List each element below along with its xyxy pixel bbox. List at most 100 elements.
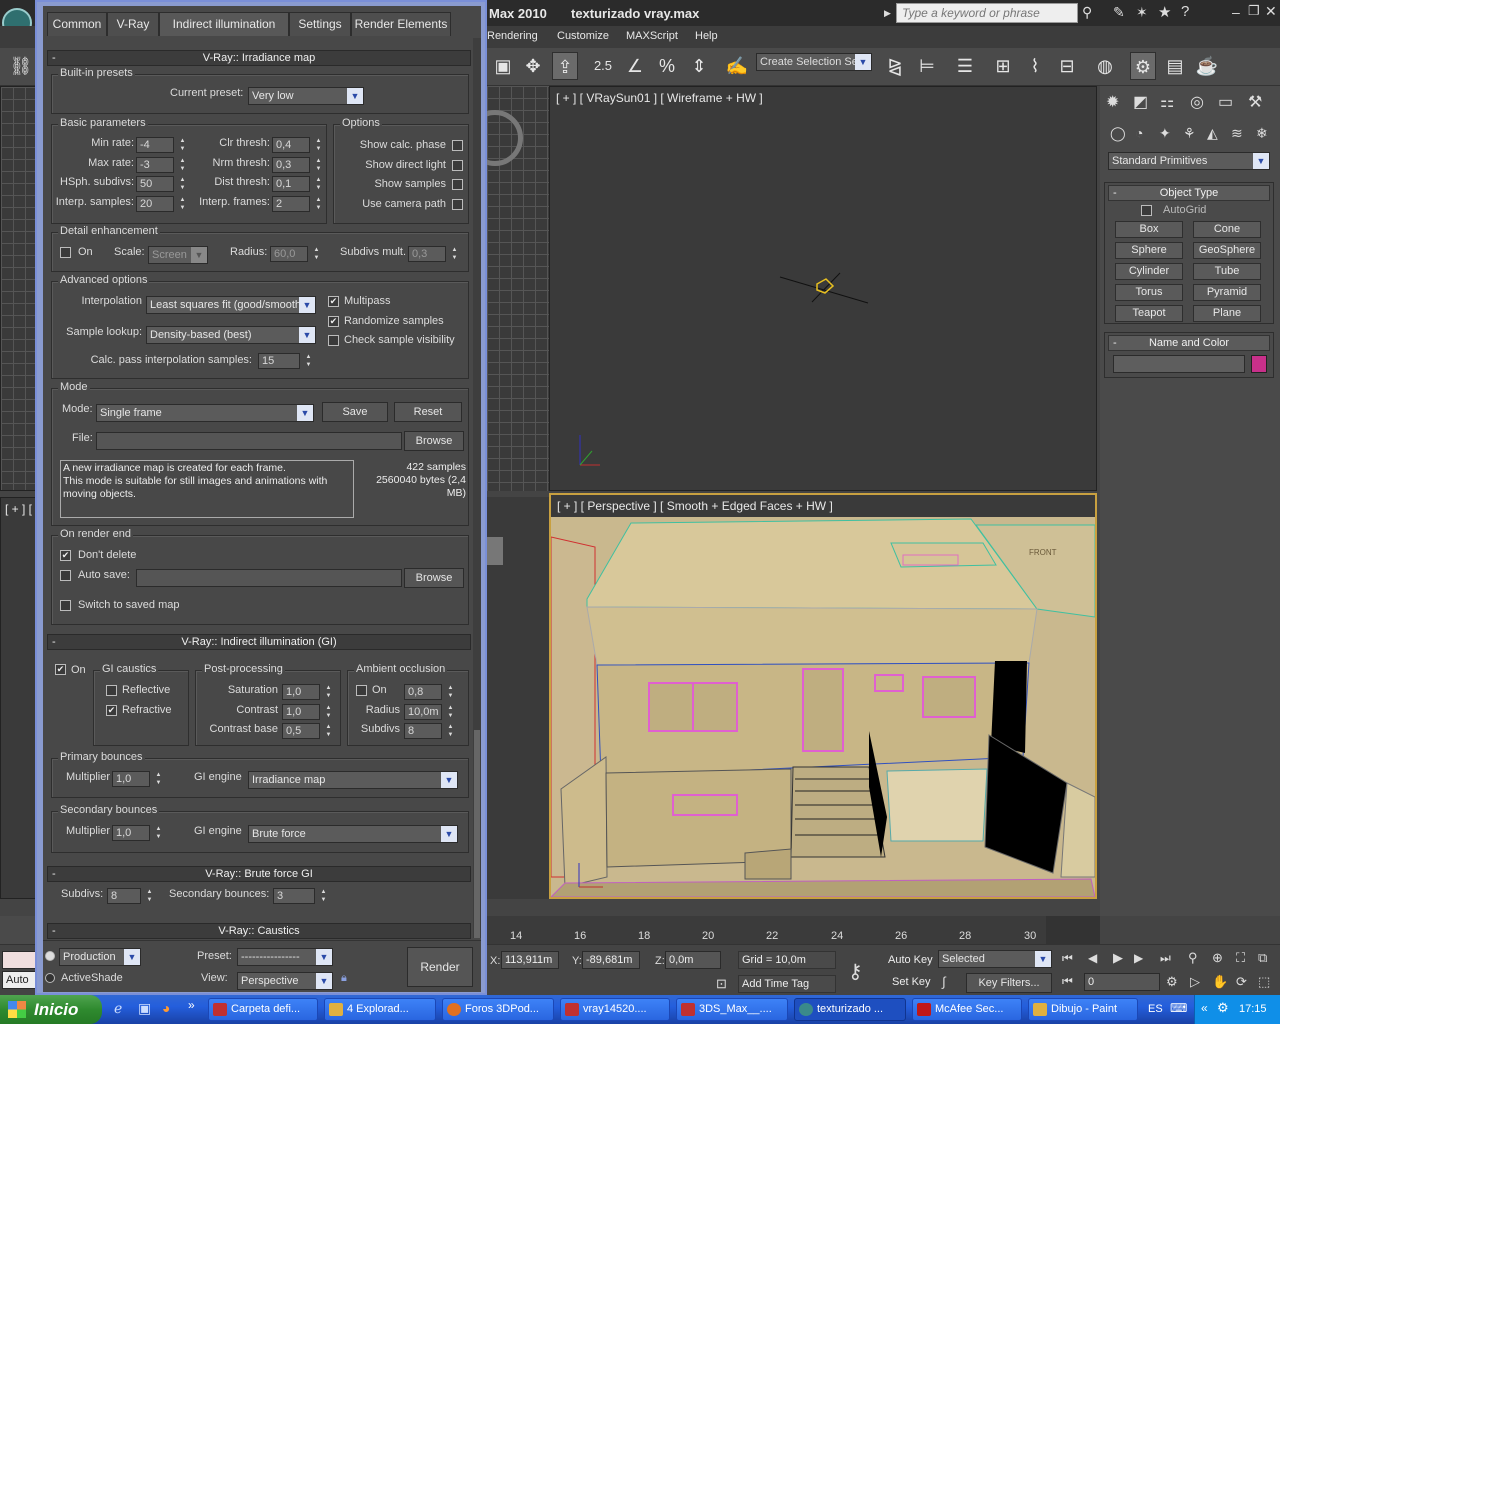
- tube-button[interactable]: Tube: [1193, 263, 1261, 280]
- activeshade-radio[interactable]: [45, 973, 55, 983]
- task-item[interactable]: Foros 3DPod...: [442, 998, 554, 1021]
- spinner-arrows-icon[interactable]: ▲ ▼: [314, 196, 323, 212]
- ao-radius-spinner[interactable]: 10,0m: [404, 704, 442, 720]
- contrast-spinner[interactable]: 1,0: [282, 704, 320, 720]
- dialog-scrollbar[interactable]: [473, 38, 481, 938]
- language-indicator[interactable]: ES: [1148, 1003, 1163, 1015]
- randomize-samples-checkbox[interactable]: ✔: [328, 316, 339, 327]
- preset-dropdown[interactable]: ---------------- ▼: [237, 948, 333, 966]
- show-direct-light-checkbox[interactable]: [452, 160, 463, 171]
- ie-quicklaunch-icon[interactable]: ℯ: [114, 1000, 122, 1017]
- browse-button[interactable]: Browse: [404, 431, 464, 451]
- hierarchy-tab-icon[interactable]: ⚏: [1160, 92, 1174, 112]
- viewport-top-left[interactable]: [0, 86, 40, 491]
- sphere-button[interactable]: Sphere: [1115, 242, 1183, 259]
- secondary-engine-dropdown[interactable]: Brute force ▼: [248, 825, 458, 843]
- layer-manager-icon[interactable]: ☰: [952, 52, 978, 80]
- percent-snap-icon[interactable]: %: [654, 52, 680, 80]
- tray-expand-icon[interactable]: «: [1201, 1001, 1208, 1015]
- spinner-arrows-icon[interactable]: ▲ ▼: [314, 176, 323, 192]
- spinner-arrows-icon[interactable]: ▲ ▼: [178, 176, 187, 192]
- named-selection-dropdown[interactable]: Create Selection Se ▼: [756, 53, 872, 71]
- edit-named-sel-icon[interactable]: ✍: [724, 52, 750, 80]
- bf-subdivs-spinner[interactable]: 8: [107, 888, 141, 904]
- multipass-checkbox[interactable]: ✔: [328, 296, 339, 307]
- min-rate-spinner[interactable]: -4: [136, 137, 174, 153]
- maximize-viewport-icon[interactable]: ⬚: [1258, 974, 1270, 990]
- spinner-arrows-icon[interactable]: ▲ ▼: [319, 888, 328, 904]
- show-samples-checkbox[interactable]: [452, 179, 463, 190]
- spinner-arrows-icon[interactable]: ▲ ▼: [450, 246, 459, 262]
- radius-spinner[interactable]: 60,0: [270, 246, 308, 262]
- task-item[interactable]: Carpeta defi...: [208, 998, 318, 1021]
- interpolation-dropdown[interactable]: Least squares fit (good/smooth ▼: [146, 296, 316, 314]
- spinner-snap-icon[interactable]: ⇕: [686, 52, 712, 80]
- viewport-vraysun[interactable]: [ + ] [ VRaySun01 ] [ Wireframe + HW ]: [549, 86, 1097, 491]
- view-dropdown[interactable]: Perspective ▼: [237, 972, 333, 990]
- display-tab-icon[interactable]: ▭: [1218, 92, 1233, 112]
- menu-maxscript[interactable]: MAXScript: [626, 30, 678, 42]
- geometry-icon[interactable]: ◯: [1110, 125, 1126, 142]
- satellite-icon[interactable]: ✶: [1136, 4, 1148, 21]
- max-rate-spinner[interactable]: -3: [136, 157, 174, 173]
- key-selection-dropdown[interactable]: Selected ▼: [938, 950, 1052, 968]
- minimize-icon[interactable]: –: [1232, 4, 1240, 20]
- file-input[interactable]: [96, 432, 402, 450]
- zoom-icon[interactable]: ⚲: [1188, 950, 1198, 966]
- current-preset-dropdown[interactable]: Very low ▼: [248, 87, 364, 105]
- motion-tab-icon[interactable]: ◎: [1190, 92, 1204, 112]
- ao-subdivs-spinner[interactable]: 8: [404, 723, 442, 739]
- binoculars-icon[interactable]: ⚲: [1082, 4, 1092, 21]
- modify-tab-icon[interactable]: ◩: [1133, 92, 1148, 112]
- spinner-arrows-icon[interactable]: ▲ ▼: [145, 888, 154, 904]
- play-icon[interactable]: ▶: [1113, 950, 1123, 966]
- torus-button[interactable]: Torus: [1115, 284, 1183, 301]
- primitive-category-dropdown[interactable]: Standard Primitives ▼: [1108, 152, 1270, 170]
- help-icon[interactable]: ?: [1181, 3, 1189, 20]
- box-button[interactable]: Box: [1115, 221, 1183, 238]
- previous-frame-icon[interactable]: ◀︎: [1088, 951, 1097, 965]
- tab-vray[interactable]: V-Ray: [107, 12, 159, 36]
- move-icon[interactable]: ✥: [520, 52, 546, 80]
- scale-dropdown[interactable]: Screen ▼: [148, 246, 208, 264]
- ao-on-checkbox[interactable]: [356, 685, 367, 696]
- sample-lookup-dropdown[interactable]: Density-based (best) ▼: [146, 326, 316, 344]
- calc-pass-spinner[interactable]: 15: [258, 353, 300, 369]
- refractive-checkbox[interactable]: ✔: [106, 705, 117, 716]
- shapes-icon[interactable]: ◔: [1135, 125, 1143, 141]
- pan-icon[interactable]: ✋: [1212, 974, 1228, 990]
- add-time-tag[interactable]: Add Time Tag: [738, 975, 836, 993]
- object-name-input[interactable]: [1113, 355, 1245, 373]
- spinner-arrows-icon[interactable]: ▲ ▼: [446, 684, 455, 700]
- zoom-all-icon[interactable]: ⊕: [1212, 950, 1223, 966]
- time-config-icon[interactable]: ⚙: [1166, 974, 1178, 990]
- irradiance-map-header[interactable]: - V-Ray:: Irradiance map: [47, 50, 471, 66]
- current-frame-input[interactable]: 0: [1084, 973, 1160, 991]
- reflective-checkbox[interactable]: [106, 685, 117, 696]
- spinner-arrows-icon[interactable]: ▲ ▼: [312, 246, 321, 262]
- spinner-arrows-icon[interactable]: ▲ ▼: [154, 771, 163, 787]
- autogrid-checkbox[interactable]: [1141, 205, 1152, 216]
- fov-icon[interactable]: ▷: [1190, 974, 1200, 990]
- material-editor-icon[interactable]: ◍: [1092, 52, 1118, 80]
- auto-save-path-input[interactable]: [136, 569, 402, 587]
- zoom-extents-all-icon[interactable]: ⧉: [1258, 950, 1267, 966]
- left-status-field[interactable]: Auto: [2, 971, 36, 989]
- keyboard-icon[interactable]: ⌨: [1170, 1001, 1187, 1015]
- schematic-icon[interactable]: ⊟: [1054, 52, 1080, 80]
- lights-icon[interactable]: ✦: [1159, 125, 1171, 142]
- bf-secondary-bounces-spinner[interactable]: 3: [273, 888, 315, 904]
- link-icon[interactable]: ⛓: [8, 52, 34, 80]
- viewport-bottom-middle[interactable]: [487, 497, 549, 899]
- clock[interactable]: 17:15: [1239, 1003, 1267, 1015]
- spacewarps-icon[interactable]: ≋: [1231, 125, 1243, 142]
- search-input[interactable]: Type a keyword or phrase: [896, 3, 1078, 23]
- time-tag-icon[interactable]: ⊡: [716, 976, 727, 992]
- object-type-header[interactable]: - Object Type: [1108, 185, 1270, 201]
- detail-on-checkbox[interactable]: [60, 247, 71, 258]
- gi-on-checkbox[interactable]: ✔: [55, 664, 66, 675]
- firefox-quicklaunch-icon[interactable]: ◕: [162, 1000, 170, 1016]
- cylinder-button[interactable]: Cylinder: [1115, 263, 1183, 280]
- subdivs-mult-spinner[interactable]: 0,3: [408, 246, 446, 262]
- maxscript-mini-listener[interactable]: [2, 951, 36, 969]
